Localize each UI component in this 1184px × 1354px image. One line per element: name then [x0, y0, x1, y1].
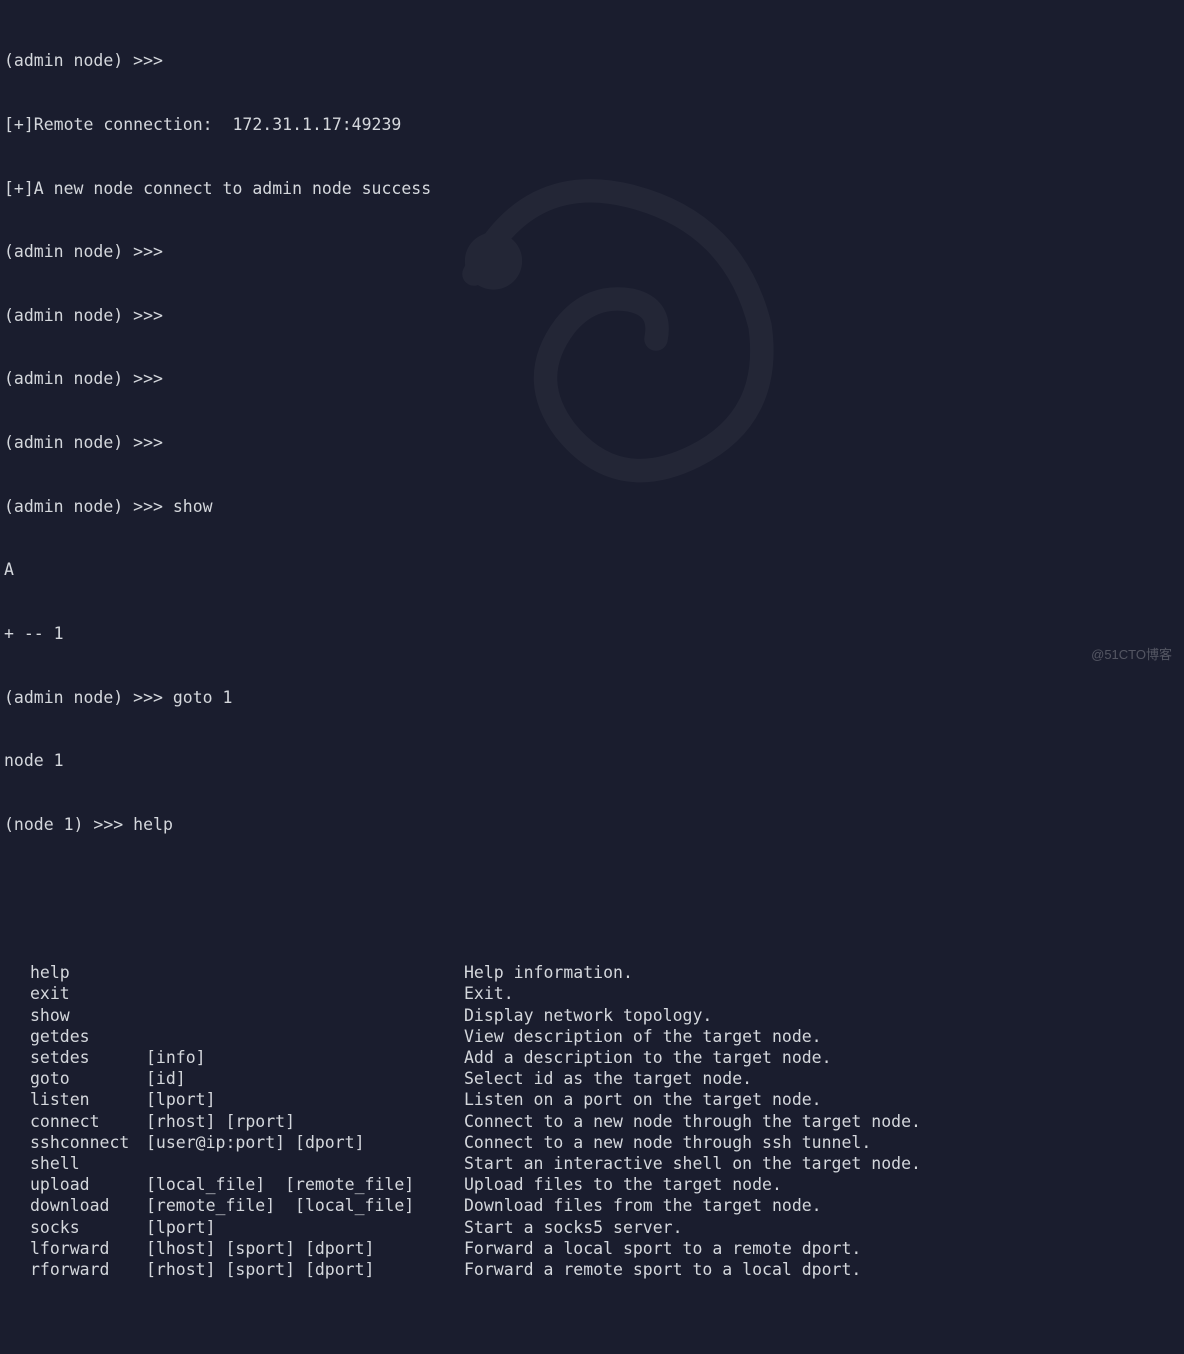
help-description: Upload files to the target node. — [464, 1174, 782, 1195]
help-args: [lport] — [146, 1089, 464, 1110]
help-args: [lport] — [146, 1217, 464, 1238]
help-row: connect[rhost] [rport]Connect to a new n… — [4, 1111, 1180, 1132]
help-row: getdes View description of the target nod… — [4, 1026, 1180, 1047]
help-command: sshconnect — [30, 1132, 146, 1153]
help-args: [rhost] [rport] — [146, 1111, 464, 1132]
help-args: [lhost] [sport] [dport] — [146, 1238, 464, 1259]
help-args — [146, 983, 464, 1004]
help-command: lforward — [30, 1238, 146, 1259]
help-description: Help information. — [464, 962, 633, 983]
help-command: download — [30, 1195, 146, 1216]
terminal-line — [4, 1344, 1180, 1354]
help-row: exit Exit. — [4, 983, 1180, 1004]
help-indent — [4, 1089, 30, 1110]
help-indent — [4, 1195, 30, 1216]
help-row: goto[id]Select id as the target node. — [4, 1068, 1180, 1089]
help-indent — [4, 1111, 30, 1132]
terminal-line: [+]Remote connection: 172.31.1.17:49239 — [4, 114, 1180, 135]
help-args: [info] — [146, 1047, 464, 1068]
help-row: upload[local_file] [remote_file]Upload f… — [4, 1174, 1180, 1195]
help-indent — [4, 1005, 30, 1026]
help-row: rforward[rhost] [sport] [dport]Forward a… — [4, 1259, 1180, 1280]
help-command: show — [30, 1005, 146, 1026]
help-description: Connect to a new node through ssh tunnel… — [464, 1132, 871, 1153]
help-indent — [4, 1047, 30, 1068]
help-description: Start an interactive shell on the target… — [464, 1153, 921, 1174]
terminal-line: (admin node) >>> — [4, 368, 1180, 389]
help-indent — [4, 1217, 30, 1238]
help-description: Listen on a port on the target node. — [464, 1089, 822, 1110]
help-indent — [4, 1174, 30, 1195]
terminal-line: node 1 — [4, 750, 1180, 771]
help-description: Connect to a new node through the target… — [464, 1111, 921, 1132]
terminal-line: (admin node) >>> — [4, 432, 1180, 453]
help-indent — [4, 962, 30, 983]
help-row: download[remote_file] [local_file]Downlo… — [4, 1195, 1180, 1216]
help-indent — [4, 1259, 30, 1280]
help-args — [146, 962, 464, 983]
terminal-line: (admin node) >>> — [4, 241, 1180, 262]
help-description: Download files from the target node. — [464, 1195, 822, 1216]
help-command: shell — [30, 1153, 146, 1174]
terminal-output[interactable]: (admin node) >>> [+]Remote connection: 1… — [4, 8, 1180, 1354]
help-command: rforward — [30, 1259, 146, 1280]
help-args — [146, 1153, 464, 1174]
help-description: Start a socks5 server. — [464, 1217, 683, 1238]
help-command: upload — [30, 1174, 146, 1195]
help-description: Display network topology. — [464, 1005, 712, 1026]
help-args — [146, 1026, 464, 1047]
help-args: [remote_file] [local_file] — [146, 1195, 464, 1216]
help-description: Forward a local sport to a remote dport. — [464, 1238, 861, 1259]
help-table: help Help information. exit Exit. show Disp… — [4, 962, 1180, 1280]
help-command: setdes — [30, 1047, 146, 1068]
terminal-line: A — [4, 559, 1180, 580]
help-command: connect — [30, 1111, 146, 1132]
help-command: listen — [30, 1089, 146, 1110]
help-command: socks — [30, 1217, 146, 1238]
terminal-line: [+]A new node connect to admin node succ… — [4, 178, 1180, 199]
help-row: show Display network topology. — [4, 1005, 1180, 1026]
help-command: exit — [30, 983, 146, 1004]
terminal-line: (admin node) >>> goto 1 — [4, 687, 1180, 708]
help-indent — [4, 1026, 30, 1047]
help-args: [user@ip:port] [dport] — [146, 1132, 464, 1153]
help-description: View description of the target node. — [464, 1026, 822, 1047]
help-row: lforward[lhost] [sport] [dport]Forward a… — [4, 1238, 1180, 1259]
terminal-line: (admin node) >>> show — [4, 496, 1180, 517]
help-args — [146, 1005, 464, 1026]
help-indent — [4, 1068, 30, 1089]
help-indent — [4, 1132, 30, 1153]
help-description: Forward a remote sport to a local dport. — [464, 1259, 861, 1280]
help-command: getdes — [30, 1026, 146, 1047]
help-description: Exit. — [464, 983, 514, 1004]
help-indent — [4, 983, 30, 1004]
watermark-text: @51CTO博客 — [1091, 644, 1172, 665]
help-row: socks[lport]Start a socks5 server. — [4, 1217, 1180, 1238]
help-command: goto — [30, 1068, 146, 1089]
help-indent — [4, 1238, 30, 1259]
help-row: listen[lport]Listen on a port on the tar… — [4, 1089, 1180, 1110]
help-description: Select id as the target node. — [464, 1068, 752, 1089]
help-command: help — [30, 962, 146, 983]
terminal-line: (admin node) >>> — [4, 50, 1180, 71]
help-indent — [4, 1153, 30, 1174]
help-args: [id] — [146, 1068, 464, 1089]
help-args: [local_file] [remote_file] — [146, 1174, 464, 1195]
help-description: Add a description to the target node. — [464, 1047, 832, 1068]
help-row: sshconnect[user@ip:port] [dport]Connect … — [4, 1132, 1180, 1153]
terminal-line: + -- 1 — [4, 623, 1180, 644]
help-row: shell Start an interactive shell on the t… — [4, 1153, 1180, 1174]
help-args: [rhost] [sport] [dport] — [146, 1259, 464, 1280]
terminal-line — [4, 877, 1180, 898]
help-row: setdes[info]Add a description to the tar… — [4, 1047, 1180, 1068]
terminal-line: (admin node) >>> — [4, 305, 1180, 326]
help-row: help Help information. — [4, 962, 1180, 983]
terminal-line: (node 1) >>> help — [4, 814, 1180, 835]
